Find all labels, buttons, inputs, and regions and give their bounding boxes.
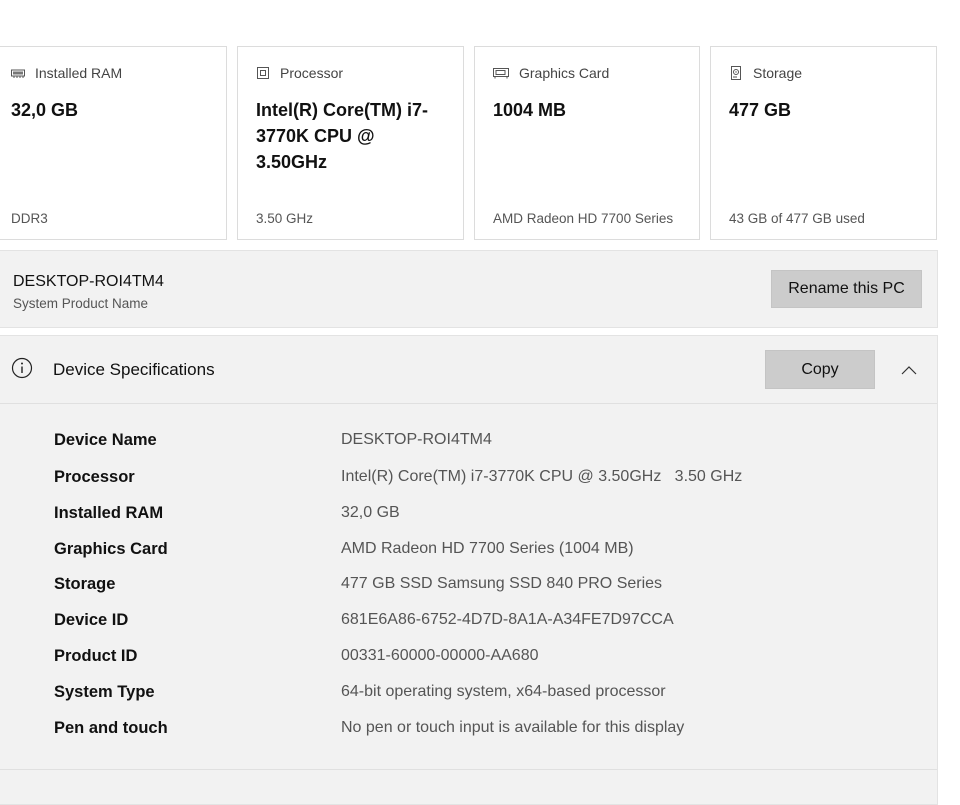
spec-row-system-type: System Type 64-bit operating system, x64…	[0, 683, 937, 707]
card-label: Installed RAM	[35, 65, 123, 81]
spec-value: AMD Radeon HD 7700 Series (1004 MB)	[341, 540, 634, 557]
spec-value: 681E6A86-6752-4D7D-8A1A-A34FE7D97CCA	[341, 611, 674, 628]
card-value: 1004 MB	[493, 100, 567, 120]
spec-key: Product ID	[54, 647, 138, 665]
spec-value: Intel(R) Core(TM) i7-3770K CPU @ 3.50GHz…	[341, 468, 743, 485]
spec-row-graphics-card: Graphics Card AMD Radeon HD 7700 Series …	[0, 540, 937, 564]
spec-value: No pen or touch input is available for t…	[341, 719, 685, 736]
spec-row-installed-ram: Installed RAM 32,0 GB	[0, 504, 937, 528]
spec-value: 477 GB SSD Samsung SSD 840 PRO Series	[341, 575, 663, 592]
graphics-card-icon	[493, 66, 509, 80]
spec-key: Pen and touch	[54, 719, 168, 737]
spec-value: 64-bit operating system, x64-based proce…	[341, 683, 666, 700]
spec-row-processor: Processor Intel(R) Core(TM) i7-3770K CPU…	[0, 468, 937, 492]
info-icon	[11, 357, 33, 384]
spec-value: 32,0 GB	[341, 504, 400, 521]
rename-pc-button[interactable]: Rename this PC	[771, 270, 922, 308]
spec-row-storage: Storage 477 GB SSD Samsung SSD 840 PRO S…	[0, 575, 937, 599]
spec-key: Installed RAM	[54, 504, 164, 522]
spec-value: 00331-60000-00000-AA680	[341, 647, 539, 664]
card-label: Graphics Card	[519, 65, 610, 81]
spec-row-pen-and-touch: Pen and touch No pen or touch input is a…	[0, 719, 937, 743]
spec-value: DESKTOP-ROI4TM4	[341, 431, 492, 448]
card-value: 477 GB	[729, 100, 792, 120]
card-graphics-card: Graphics Card 1004 MB AMD Radeon HD 7700…	[474, 46, 700, 240]
device-specifications-header[interactable]: Device Specifications Copy	[0, 336, 937, 404]
card-subtext: 3.50 GHz	[256, 211, 314, 226]
spec-row-device-name: Device Name DESKTOP-ROI4TM4	[0, 431, 937, 455]
chevron-up-icon[interactable]	[901, 362, 917, 380]
card-label: Processor	[280, 65, 344, 81]
card-value: 32,0 GB	[11, 100, 79, 120]
card-value: Intel(R) Core(TM) i7-3770K CPU @ 3.50GHz	[256, 100, 428, 172]
spec-key: Device Name	[54, 431, 157, 449]
pc-name: DESKTOP-ROI4TM4	[13, 273, 164, 290]
spec-key: Device ID	[54, 611, 129, 629]
processor-icon	[256, 66, 270, 80]
card-installed-ram: Installed RAM 32,0 GB DDR3	[0, 46, 227, 240]
card-subtext: AMD Radeon HD 7700 Series	[493, 211, 674, 226]
card-subtext: 43 GB of 477 GB used	[729, 211, 865, 226]
card-label: Storage	[753, 65, 803, 81]
pc-name-subtitle: System Product Name	[13, 296, 149, 311]
device-specifications-title: Device Specifications	[53, 360, 215, 379]
copy-button[interactable]: Copy	[765, 350, 875, 389]
card-storage: Storage 477 GB 43 GB of 477 GB used	[710, 46, 937, 240]
storage-icon	[729, 66, 743, 80]
pc-name-panel: DESKTOP-ROI4TM4 System Product Name Rena…	[0, 250, 938, 328]
spec-row-device-id: Device ID 681E6A86-6752-4D7D-8A1A-A34FE7…	[0, 611, 937, 635]
spec-row-product-id: Product ID 00331-60000-00000-AA680	[0, 647, 937, 671]
spec-key: System Type	[54, 683, 155, 701]
ram-icon	[11, 66, 25, 80]
panel-divider	[0, 769, 937, 770]
card-subtext: DDR3	[11, 211, 48, 226]
spec-key: Graphics Card	[54, 540, 168, 558]
device-specifications-panel: Device Specifications Copy Device Name D…	[0, 335, 938, 805]
spec-key: Storage	[54, 575, 116, 593]
card-processor: Processor Intel(R) Core(TM) i7-3770K CPU…	[237, 46, 464, 240]
spec-key: Processor	[54, 468, 135, 486]
